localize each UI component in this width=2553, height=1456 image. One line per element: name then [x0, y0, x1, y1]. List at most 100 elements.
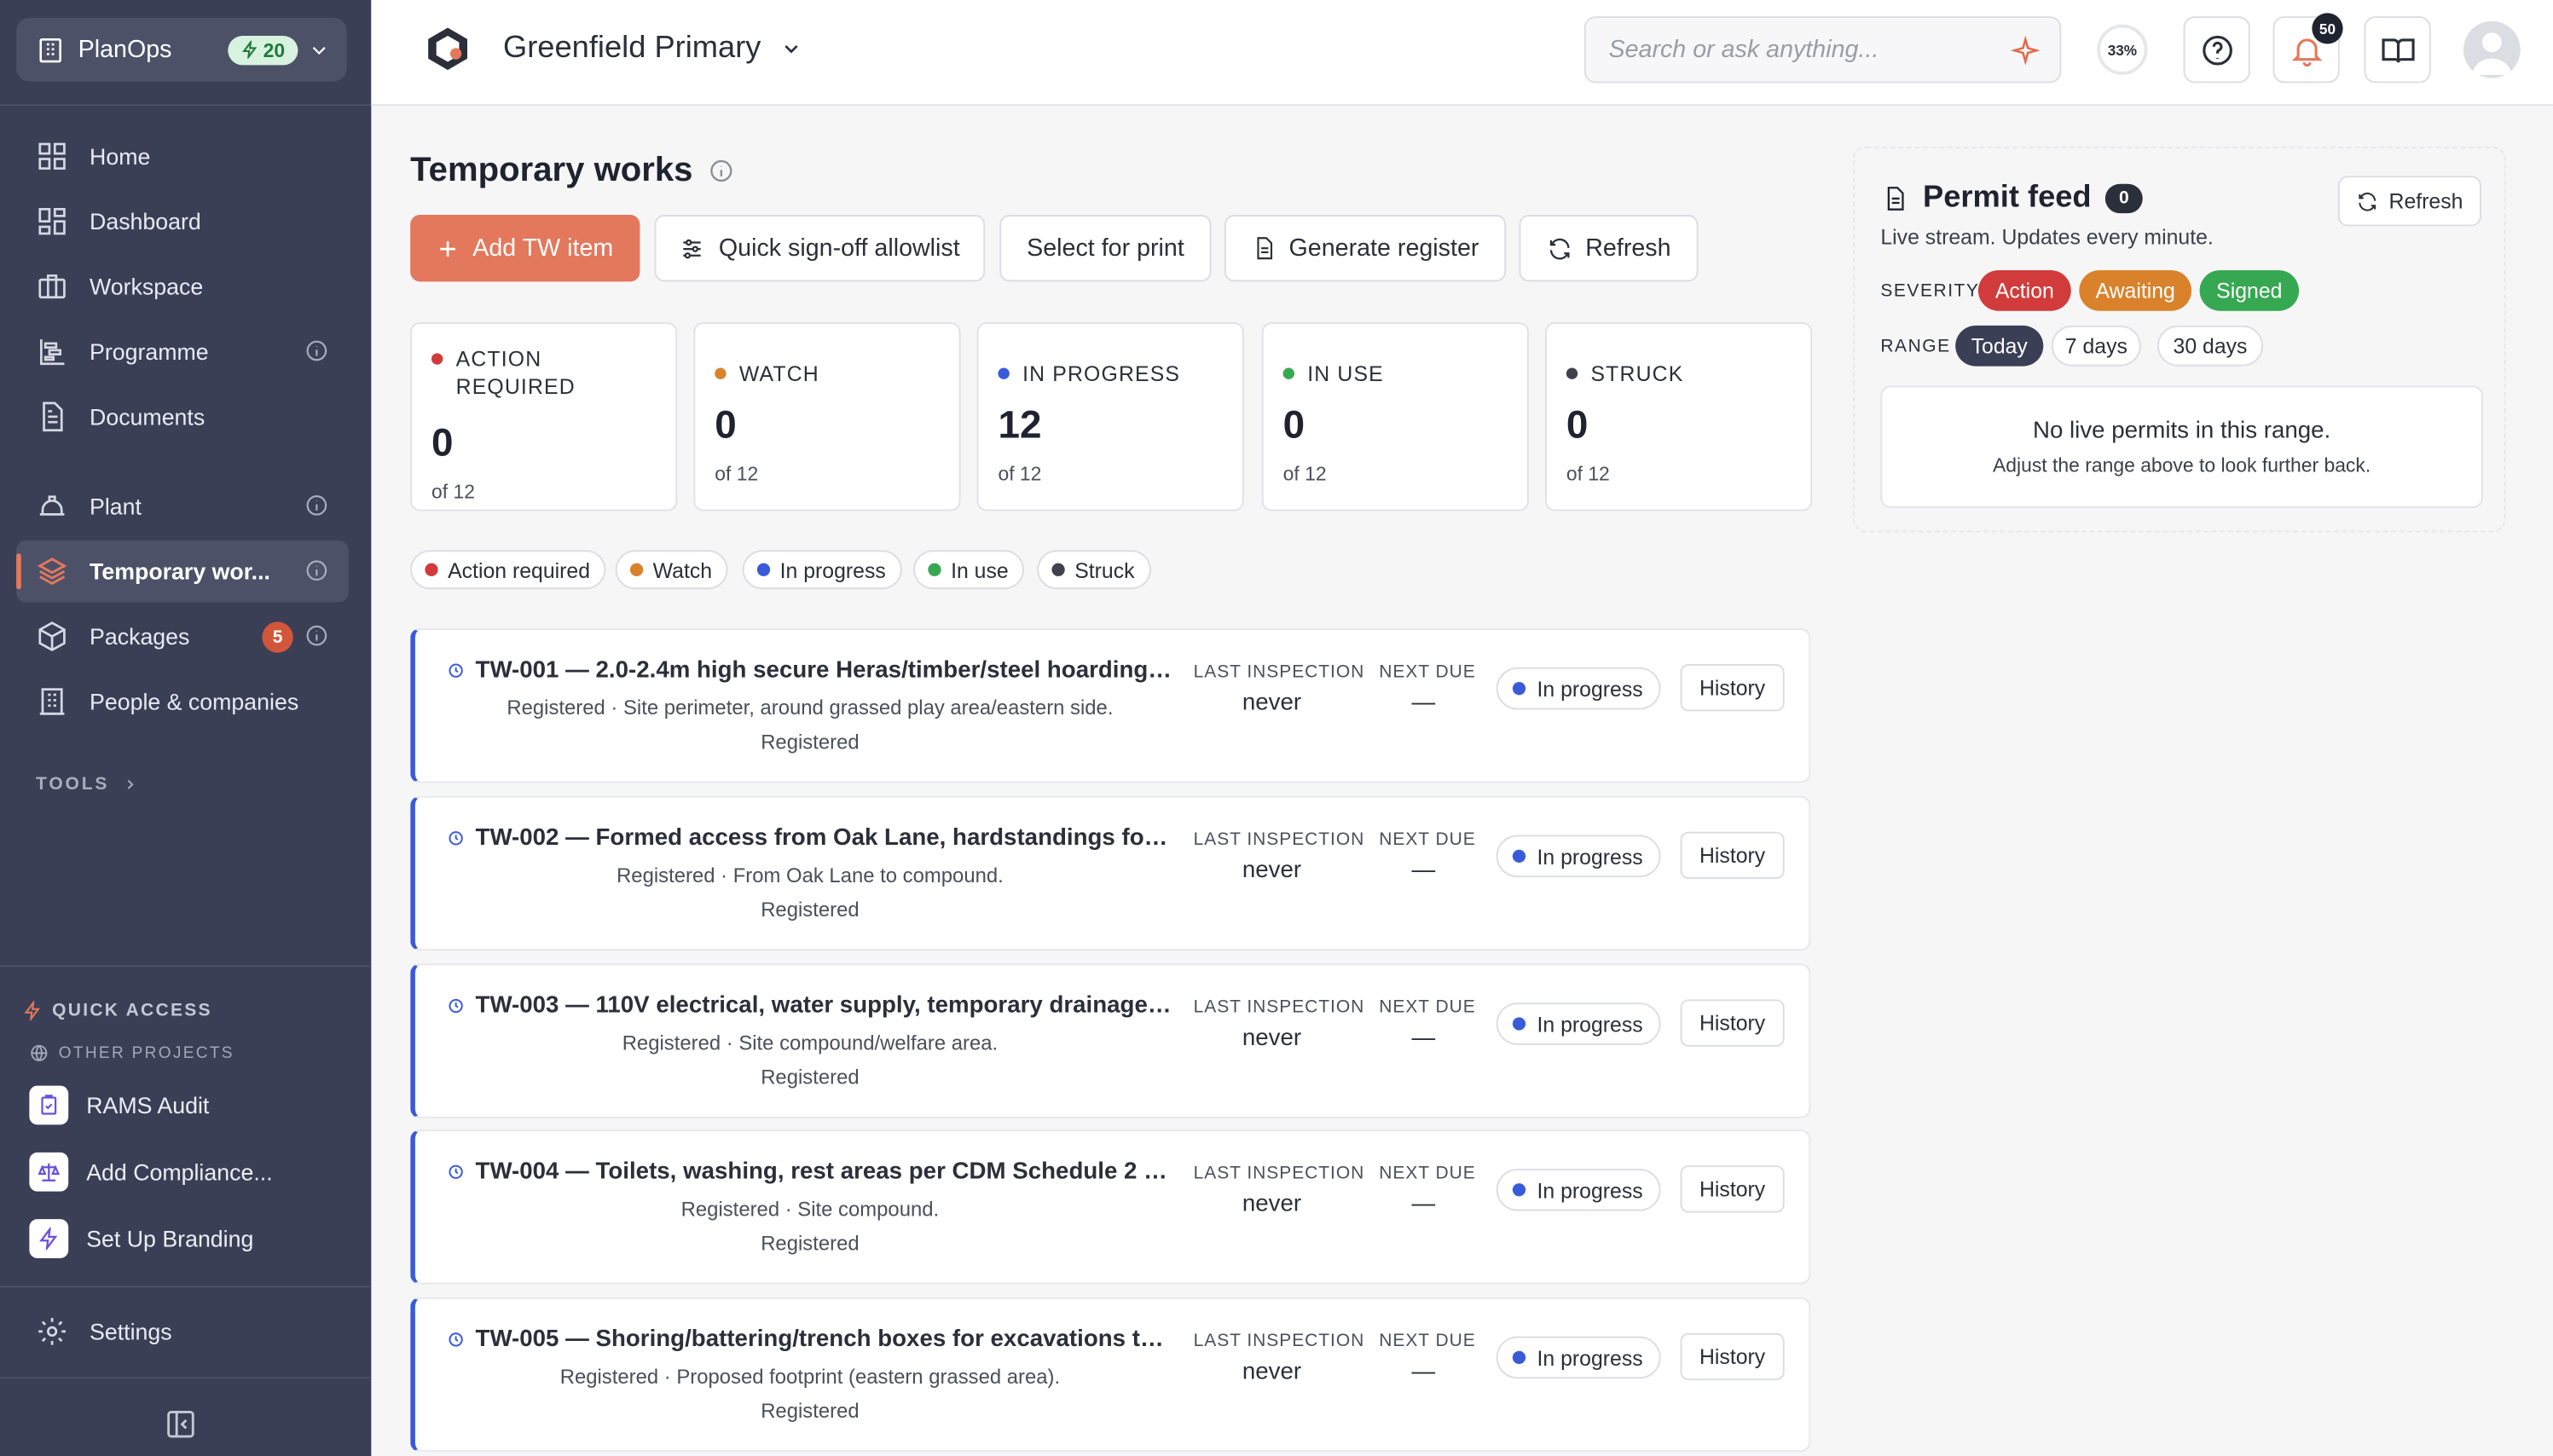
- kpi-in-progress[interactable]: IN PROGRESS 12 of 12: [976, 322, 1244, 511]
- avatar[interactable]: [2463, 20, 2521, 78]
- filter-chip-in-use[interactable]: In use: [913, 550, 1025, 590]
- filter-chip-in-progress[interactable]: In progress: [742, 550, 902, 590]
- progress-ring[interactable]: 33%: [2097, 24, 2148, 75]
- kpi-in-use[interactable]: IN USE 0 of 12: [1261, 322, 1529, 511]
- tw-item-meta: Registered · Proposed footprint (eastern…: [559, 1365, 1061, 1389]
- tw-item-title[interactable]: TW-005 — Shoring/battering/trench boxes …: [448, 1326, 1174, 1353]
- notifications-button[interactable]: 50: [2272, 13, 2343, 84]
- kpi-label-row: ACTION REQUIRED: [431, 345, 656, 401]
- tw-item-card[interactable]: TW-003 — 110V electrical, water supply, …: [410, 963, 1811, 1118]
- quick-sign-off-allowlist-button[interactable]: Quick sign-off allowlist: [654, 215, 986, 282]
- nav-item-workspace[interactable]: Workspace: [16, 256, 349, 318]
- nav-item-people-companies[interactable]: People & companies: [16, 671, 349, 733]
- quick-item-set-up-branding[interactable]: Set Up Branding: [29, 1219, 253, 1258]
- nav-item-home[interactable]: Home: [16, 125, 349, 188]
- tools-section-toggle[interactable]: TOOLS: [36, 775, 139, 794]
- tw-item-card[interactable]: TW-002 — Formed access from Oak Lane, ha…: [410, 795, 1811, 951]
- severity-pill-awaiting[interactable]: Awaiting: [2079, 269, 2192, 311]
- search-input[interactable]: Search or ask anything...: [1583, 16, 2062, 84]
- gear-icon: [38, 1317, 67, 1345]
- info-icon[interactable]: [304, 338, 329, 363]
- button-label: Refresh: [2388, 188, 2463, 214]
- tw-item-meta: Registered · Site compound.: [680, 1198, 940, 1222]
- info-icon[interactable]: [304, 558, 329, 583]
- severity-pill-signed[interactable]: Signed: [2199, 269, 2300, 311]
- app-logo-icon: [428, 27, 467, 71]
- tw-item-meta: Registered · Site compound/welfare area.: [622, 1031, 999, 1055]
- status-badge[interactable]: In progress: [1496, 667, 1661, 710]
- tw-item-card[interactable]: TW-004 — Toilets, washing, rest areas pe…: [410, 1130, 1811, 1285]
- workspace-switcher[interactable]: PlanOps 20: [16, 18, 347, 82]
- range-pill-7-days[interactable]: 7 days: [2051, 325, 2141, 367]
- settings-link[interactable]: Settings: [36, 1315, 172, 1348]
- refresh-button[interactable]: Refresh: [1519, 215, 1699, 282]
- last-inspection-value: never: [1242, 690, 1302, 717]
- history-button[interactable]: History: [1680, 1332, 1785, 1381]
- history-button[interactable]: History: [1680, 999, 1785, 1047]
- nav-item-documents[interactable]: Documents: [16, 386, 349, 448]
- nav-label: Home: [90, 143, 151, 170]
- nav-item-dashboard[interactable]: Dashboard: [16, 190, 349, 252]
- severity-pill-action[interactable]: Action: [1977, 269, 2071, 311]
- sparkle-icon[interactable]: [2011, 36, 2041, 66]
- button-label: Quick sign-off allowlist: [718, 234, 960, 263]
- feed-refresh-button[interactable]: Refresh: [2337, 176, 2481, 227]
- status-dot: [756, 563, 771, 576]
- nav-item-packages[interactable]: Packages 5: [16, 605, 349, 667]
- quick-item-add-compliance[interactable]: Add Compliance...: [29, 1152, 273, 1192]
- kpi-label: STRUCK: [1590, 361, 1684, 386]
- generate-register-button[interactable]: Generate register: [1224, 215, 1507, 282]
- document-icon: [43, 402, 63, 432]
- status-label: In progress: [1537, 1011, 1643, 1037]
- range-pill-today[interactable]: Today: [1955, 325, 2044, 367]
- kpi-label: WATCH: [738, 361, 819, 386]
- docs-button[interactable]: [2364, 16, 2431, 84]
- kpi-struck[interactable]: STRUCK 0 of 12: [1545, 322, 1813, 511]
- tw-item-card[interactable]: TW-001 — 2.0-2.4m high secure Heras/timb…: [410, 628, 1811, 783]
- status-badge[interactable]: In progress: [1496, 1336, 1661, 1379]
- select-for-print-button[interactable]: Select for print: [999, 215, 1212, 282]
- status-badge[interactable]: In progress: [1496, 1002, 1661, 1045]
- help-button[interactable]: [2183, 16, 2250, 84]
- status-badge[interactable]: In progress: [1496, 835, 1661, 878]
- history-button[interactable]: History: [1680, 831, 1785, 880]
- severity-label: SEVERITY: [1880, 281, 1980, 302]
- sidebar-collapse-icon[interactable]: [165, 1408, 197, 1441]
- last-inspection-value: never: [1242, 858, 1302, 884]
- tw-item-title[interactable]: TW-002 — Formed access from Oak Lane, ha…: [448, 825, 1174, 852]
- filter-chip-watch[interactable]: Watch: [615, 550, 729, 590]
- info-icon[interactable]: [304, 623, 329, 648]
- project-switcher[interactable]: Greenfield Primary: [503, 31, 803, 66]
- add-tw-item-button[interactable]: Add TW item: [410, 215, 640, 282]
- tw-item-card[interactable]: TW-005 — Shoring/battering/trench boxes …: [410, 1297, 1811, 1453]
- scale-icon: [29, 1152, 69, 1192]
- tw-item-title[interactable]: TW-004 — Toilets, washing, rest areas pe…: [448, 1158, 1174, 1185]
- chip-label: In progress: [779, 557, 886, 582]
- tw-item-state: Registered: [761, 898, 860, 922]
- kpi-label: ACTION REQUIRED: [455, 346, 576, 399]
- history-button[interactable]: History: [1680, 1165, 1785, 1213]
- nav-item-temporary-works[interactable]: Temporary wor...: [16, 540, 349, 603]
- range-pill-30-days[interactable]: 30 days: [2156, 325, 2264, 367]
- nav-label: Plant: [90, 493, 142, 520]
- book-open-icon: [2381, 38, 2414, 62]
- nav-item-plant[interactable]: Plant: [16, 476, 349, 538]
- quick-item-rams-audit[interactable]: RAMS Audit: [29, 1085, 209, 1125]
- kpi-watch[interactable]: WATCH 0 of 12: [693, 322, 961, 511]
- tw-item-title[interactable]: TW-003 — 110V electrical, water supply, …: [448, 992, 1174, 1020]
- status-dot: [1512, 849, 1526, 863]
- info-icon[interactable]: [708, 158, 734, 184]
- info-icon[interactable]: [304, 494, 329, 518]
- button-label: Add TW item: [472, 234, 614, 263]
- kpi-action-required[interactable]: ACTION REQUIRED 0 of 12: [410, 322, 678, 511]
- status-badge[interactable]: In progress: [1496, 1168, 1661, 1211]
- tw-item-title[interactable]: TW-001 — 2.0-2.4m high secure Heras/timb…: [448, 657, 1174, 684]
- filter-chip-struck[interactable]: Struck: [1037, 550, 1151, 590]
- tw-item-title-text: TW-003 — 110V electrical, water supply, …: [475, 992, 1174, 1020]
- history-button[interactable]: History: [1680, 664, 1785, 712]
- tw-item-state: Registered: [761, 731, 860, 754]
- nav-item-programme[interactable]: Programme: [16, 321, 349, 383]
- tw-item-state: Registered: [761, 1400, 860, 1423]
- packages-count-badge: 5: [262, 621, 293, 653]
- filter-chip-action-required[interactable]: Action required: [410, 550, 607, 590]
